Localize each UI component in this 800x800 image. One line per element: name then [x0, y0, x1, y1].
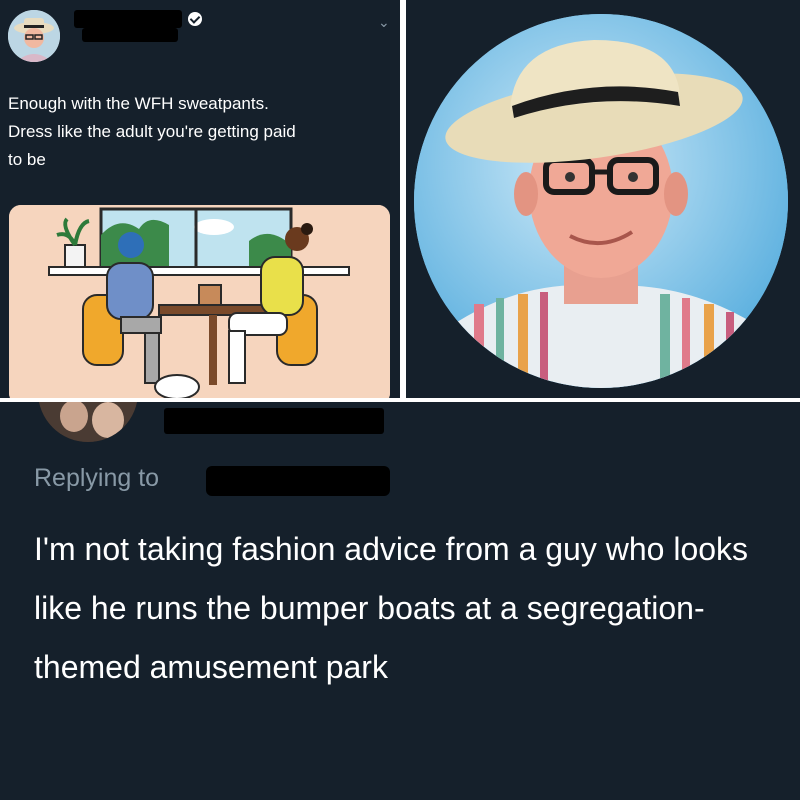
verified-icon — [188, 12, 202, 26]
reply-avatar[interactable] — [38, 402, 138, 442]
original-tweet: ⌄ Enough with the WFH sweatpants. Dress … — [0, 0, 400, 398]
redacted-reply-handle — [164, 408, 384, 434]
redacted-reply-target[interactable] — [206, 466, 390, 496]
reply-text: I'm not taking fashion advice from a guy… — [34, 531, 749, 685]
chevron-down-icon[interactable]: ⌄ — [378, 14, 390, 31]
author-avatar[interactable] — [8, 10, 60, 62]
tweet-text: Enough with the WFH sweatpants. Dress li… — [8, 94, 296, 169]
replying-label: Replying to — [34, 464, 160, 492]
redacted-handle — [82, 28, 178, 42]
reply-tweet: Replying to I'm not taking fashion advic… — [0, 402, 800, 800]
redacted-display-name — [74, 10, 182, 28]
profile-photo-panel — [406, 0, 800, 398]
profile-photo[interactable] — [414, 14, 788, 388]
tweet-illustration[interactable] — [9, 205, 390, 398]
